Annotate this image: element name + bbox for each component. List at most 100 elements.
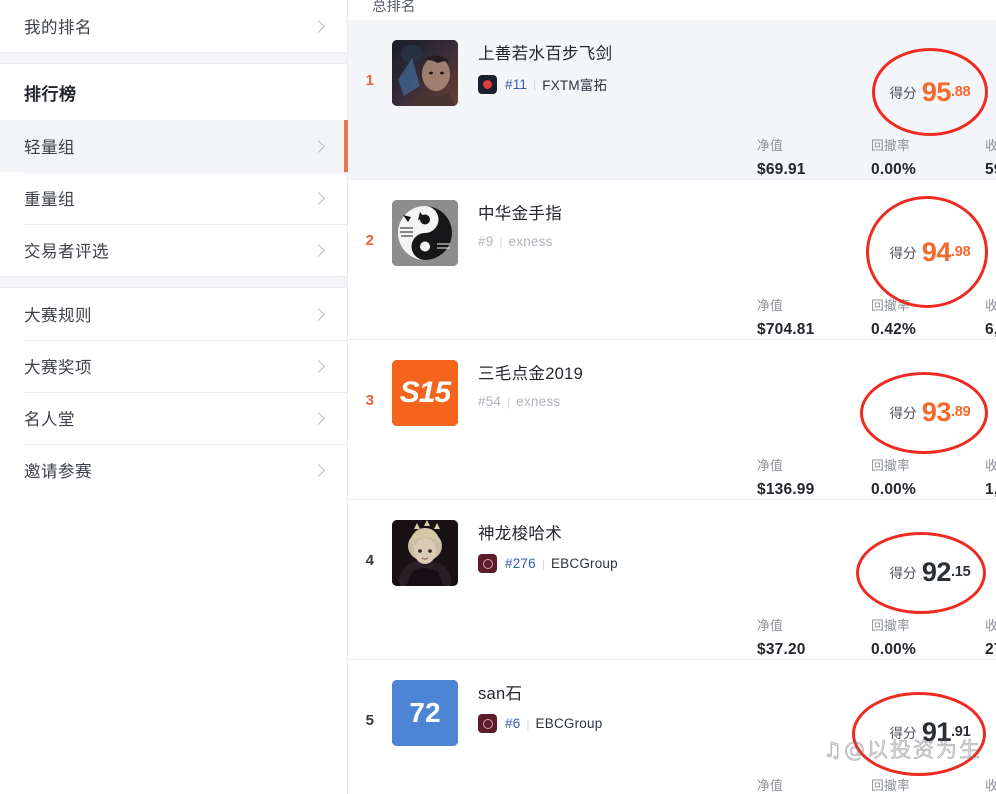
sidebar-item-label: 邀请参赛 <box>24 463 92 481</box>
broker-name[interactable]: exness <box>509 234 553 249</box>
table-row[interactable]: 1 上善若水百步飞剑 #11 | FXTM富拓 净值 $69.91 回撤率 0.… <box>348 20 996 180</box>
score-decimal: .91 <box>950 724 971 740</box>
stat-label: 回撤率 <box>871 458 910 473</box>
stat-label: 回撤率 <box>871 138 910 153</box>
account-number[interactable]: #9 <box>478 234 493 249</box>
stats-group: 净值 $37.20 回撤率 0.00% 收益率 272.00% 稳定性 $0.0… <box>757 618 996 659</box>
meta-separator: | <box>507 394 511 409</box>
sidebar-item-hall-of-fame[interactable]: 名人堂 <box>0 392 347 444</box>
stat-value: $37.20 <box>757 641 806 658</box>
score-badge: 得分 91 .91 <box>852 688 988 776</box>
chevron-right-icon <box>312 243 325 257</box>
ranking-list: 总排名 1 上善若水百步飞剑 #11 | FXTM富拓 净值 $69.91 回撤… <box>348 0 996 794</box>
broker-name[interactable]: EBCGroup <box>551 556 618 571</box>
broker-name[interactable]: EBCGroup <box>536 716 603 731</box>
table-row[interactable]: 5 72 san石 #6 | EBCGroup 净值 $39 <box>348 660 996 794</box>
ebc-badge-icon <box>478 714 497 733</box>
score-decimal: .89 <box>950 404 971 420</box>
sidebar-group-ranking: 轻量组 重量组 交易者评选 <box>0 120 348 276</box>
stat-value: 0.00% <box>871 161 916 178</box>
avatar: 72 <box>392 680 458 746</box>
sidebar-item-lightweight[interactable]: 轻量组 <box>0 120 348 172</box>
chevron-right-icon <box>312 191 325 205</box>
score-decimal: .98 <box>950 244 971 260</box>
chevron-right-icon <box>312 359 325 373</box>
account-number[interactable]: #11 <box>505 77 527 92</box>
sidebar-section-label: 排行榜 <box>24 84 77 104</box>
ranking-page: 我的排名 排行榜 轻量组 重量组 交易者评选 大赛规则 大赛奖项 名人堂 邀请参… <box>0 0 996 794</box>
sidebar-item-my-ranking[interactable]: 我的排名 <box>0 0 347 52</box>
score-integer: 92 <box>921 556 952 587</box>
list-header: 总排名 <box>348 0 996 20</box>
account-number[interactable]: #276 <box>505 556 536 571</box>
stat-return: 收益率 6,948.09% <box>985 298 996 339</box>
stat-return: 收益率 272.00% <box>985 618 996 659</box>
stat-return: 收益率 599.09% <box>985 138 996 179</box>
stats-group: 净值 $136.99 回撤率 0.00% 收益率 1,269.90% 稳定性 $… <box>757 458 996 499</box>
rank-number: 5 <box>365 712 375 729</box>
stat-return: 收益率 1,269.90% <box>985 458 996 499</box>
table-row[interactable]: 4 神龙梭哈术 #276 | EBCGroup 净值 $37.20 回撤率 0.… <box>348 500 996 660</box>
sidebar-item-heavyweight[interactable]: 重量组 <box>0 172 347 224</box>
sidebar-item-label: 重量组 <box>24 191 75 209</box>
stat-value: 0.00% <box>871 481 916 498</box>
sidebar-item-contest-rules[interactable]: 大赛规则 <box>0 288 347 340</box>
sidebar-item-trader-selection[interactable]: 交易者评选 <box>0 224 347 276</box>
stats-group: 净值 $39.24 回撤率 0.00% 收益率 292.40% 稳定性 $0.4… <box>757 778 996 794</box>
sidebar-item-label: 我的排名 <box>24 19 92 37</box>
table-row[interactable]: 3 S15 三毛点金2019 #54 | exness 净值 $136.99 回… <box>348 340 996 500</box>
stat-net-value: 净值 $69.91 <box>757 138 871 179</box>
account-number[interactable]: #6 <box>505 716 520 731</box>
stat-value: $136.99 <box>757 481 815 498</box>
stat-value: 272.00% <box>985 641 996 658</box>
stat-net-value: 净值 $136.99 <box>757 458 871 499</box>
sidebar-group-my: 我的排名 <box>0 0 347 52</box>
account-number[interactable]: #54 <box>478 394 501 409</box>
stat-drawdown: 回撤率 0.00% <box>871 618 985 659</box>
stats-group: 净值 $704.81 回撤率 0.42% 收益率 6,948.09% 稳定性 $… <box>757 298 996 339</box>
score-badge: 得分 92 .15 <box>856 528 988 616</box>
stat-net-value: 净值 $37.20 <box>757 618 871 659</box>
score-decimal: .15 <box>950 564 971 580</box>
stat-label: 回撤率 <box>871 618 910 633</box>
stat-label: 净值 <box>757 298 783 313</box>
stat-value: 599.09% <box>985 161 996 178</box>
yinyang-cat-avatar <box>392 200 458 266</box>
rank-number: 3 <box>365 392 375 409</box>
stat-value: $704.81 <box>757 321 815 338</box>
score-integer: 95 <box>921 76 952 107</box>
score-badge: 得分 94 .98 <box>866 196 988 308</box>
sidebar-divider-1 <box>0 52 347 64</box>
stat-label: 收益率 <box>985 778 996 793</box>
sidebar-item-label: 交易者评选 <box>24 243 109 261</box>
score-badge: 得分 95 .88 <box>872 48 988 136</box>
avatar <box>392 520 458 586</box>
avatar: S15 <box>392 360 458 426</box>
stat-label: 收益率 <box>985 458 996 473</box>
score-decimal: .88 <box>950 84 971 100</box>
sidebar: 我的排名 排行榜 轻量组 重量组 交易者评选 大赛规则 大赛奖项 名人堂 邀请参… <box>0 0 348 794</box>
table-row[interactable]: 2 中华金手指 #9 | exness 净值 $704.81 回撤率 0.42%… <box>348 180 996 340</box>
sidebar-item-label: 名人堂 <box>24 411 75 429</box>
score-integer: 94 <box>921 236 952 267</box>
score-integer: 93 <box>921 396 952 427</box>
chevron-right-icon <box>312 307 325 321</box>
sidebar-item-label: 大赛规则 <box>24 307 92 325</box>
stat-label: 净值 <box>757 458 783 473</box>
s15-logo-avatar: S15 <box>392 360 458 426</box>
stat-value: $69.91 <box>757 161 806 178</box>
sidebar-item-contest-awards[interactable]: 大赛奖项 <box>0 340 347 392</box>
stat-net-value: 净值 $39.24 <box>757 778 871 794</box>
sidebar-item-invite[interactable]: 邀请参赛 <box>0 444 347 496</box>
stat-value: 6,948.09% <box>985 321 996 338</box>
rank-number: 1 <box>365 72 375 89</box>
stat-label: 收益率 <box>985 298 996 313</box>
broker-name[interactable]: exness <box>516 394 560 409</box>
list-header-title: 总排名 <box>372 0 416 15</box>
score-label: 得分 <box>889 406 917 421</box>
broker-name[interactable]: FXTM富拓 <box>542 74 607 94</box>
sidebar-divider-2 <box>0 276 347 288</box>
score-label: 得分 <box>889 566 917 581</box>
score-badge: 得分 93 .89 <box>860 368 988 456</box>
score-label: 得分 <box>889 246 917 261</box>
